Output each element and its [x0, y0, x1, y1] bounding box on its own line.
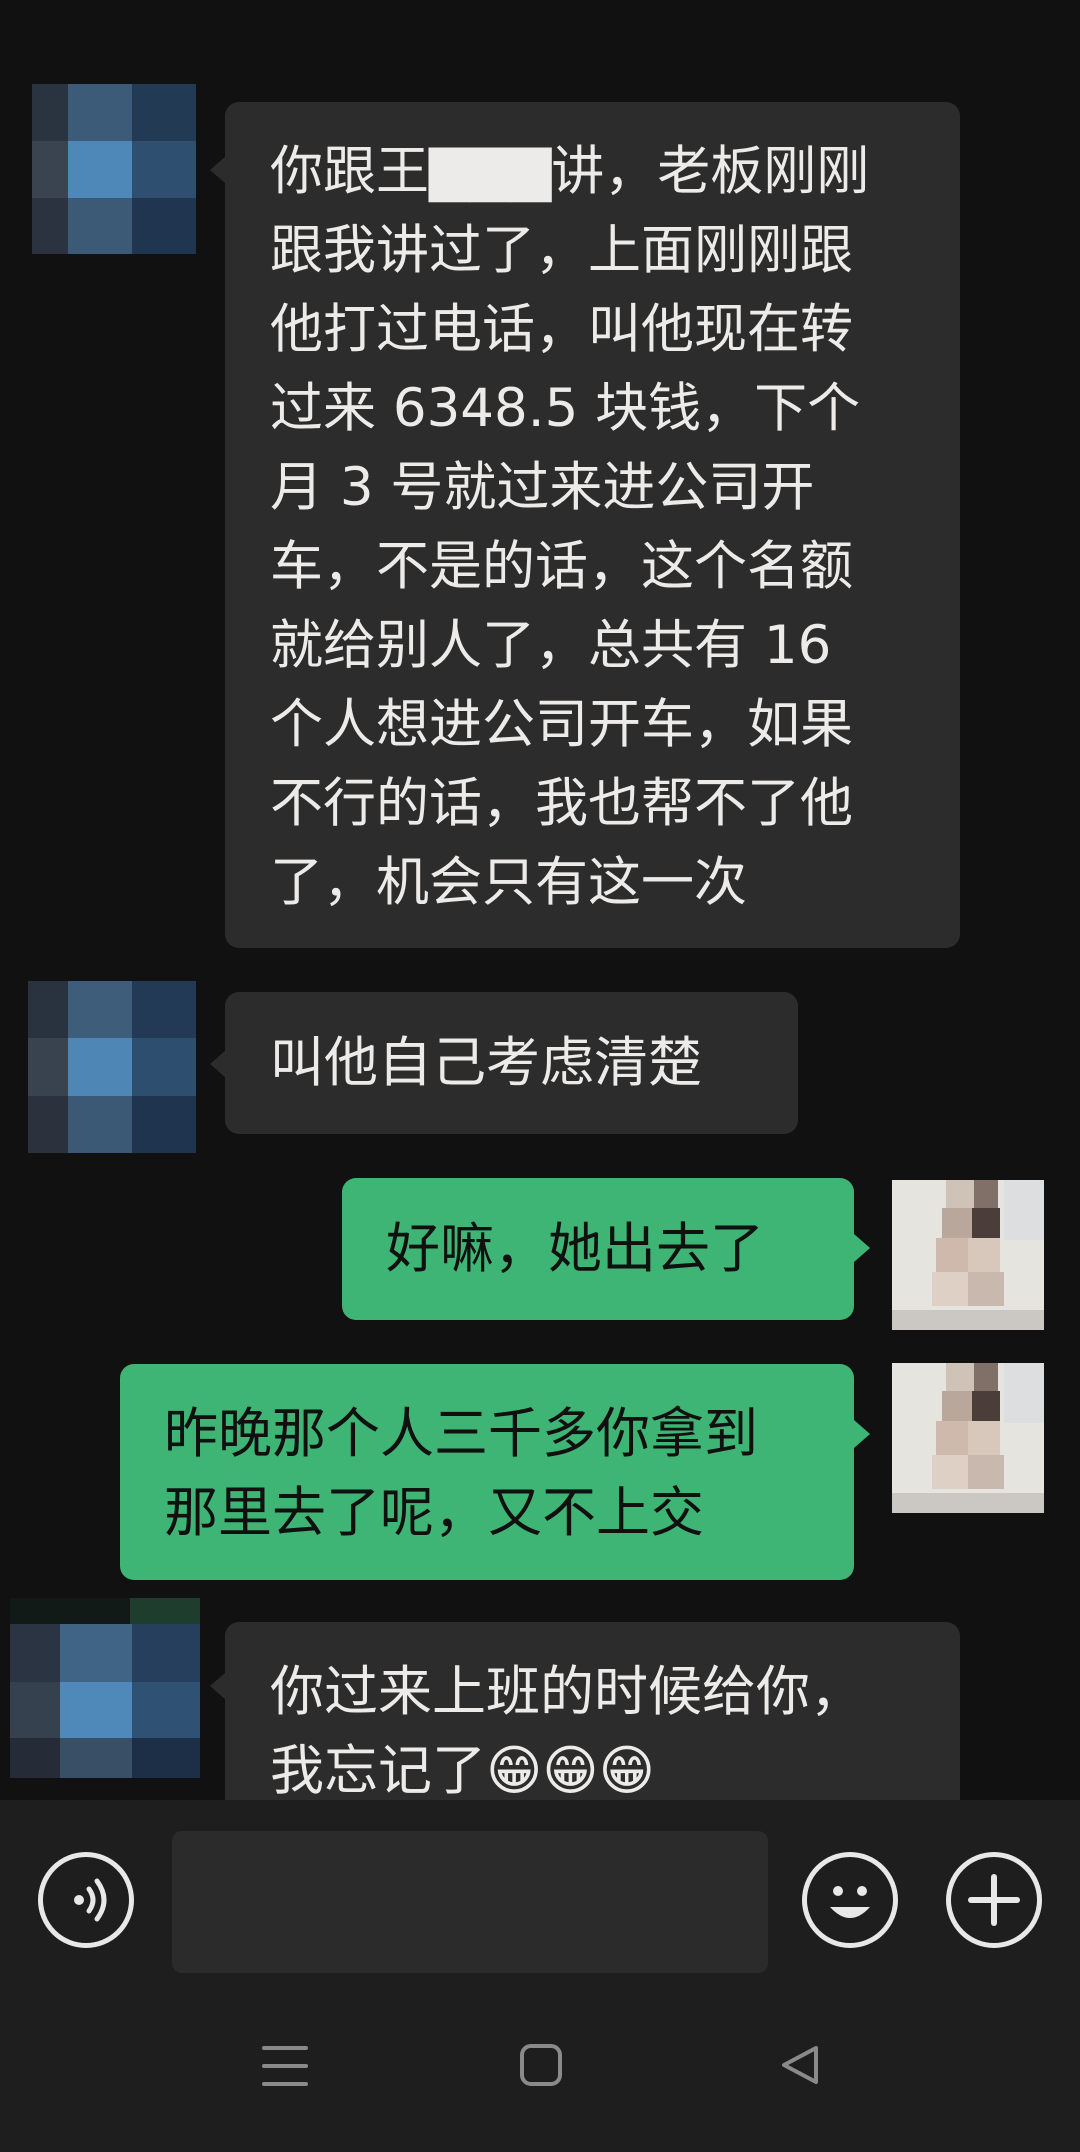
chat-input-bar — [0, 1800, 1080, 1990]
smiley-face-icon — [830, 1886, 870, 1918]
bubble-tail — [210, 1672, 226, 1700]
my-avatar[interactable] — [892, 1180, 1044, 1330]
chat-area[interactable]: 你跟王▇▇▇讲，老板刚刚 跟我讲过了，上面刚刚跟 他打过电话，叫他现在转 过来 … — [0, 0, 1080, 1800]
home-square-icon[interactable] — [518, 2042, 564, 2088]
back-triangle-icon[interactable] — [776, 2042, 822, 2088]
system-nav-bar — [0, 1990, 1080, 2152]
voice-button[interactable] — [38, 1852, 134, 1948]
bubble-tail — [854, 1234, 870, 1262]
bubble-tail — [854, 1420, 870, 1448]
contact-avatar[interactable] — [28, 981, 196, 1153]
message-input[interactable] — [172, 1831, 768, 1973]
voice-wave-icon — [74, 1878, 107, 1922]
contact-avatar[interactable] — [10, 1598, 200, 1778]
emoji-button[interactable] — [802, 1852, 898, 1948]
plus-icon — [968, 1874, 1020, 1926]
message-bubble-incoming[interactable]: 你跟王▇▇▇讲，老板刚刚 跟我讲过了，上面刚刚跟 他打过电话，叫他现在转 过来 … — [225, 102, 960, 948]
plus-button[interactable] — [946, 1852, 1042, 1948]
message-bubble-outgoing[interactable]: 好嘛，她出去了 — [342, 1178, 854, 1320]
message-bubble-incoming[interactable]: 你过来上班的时候给你， 我忘记了😁😁😁 — [225, 1622, 960, 1800]
bubble-tail — [210, 1050, 226, 1078]
message-bubble-incoming[interactable]: 叫他自己考虑清楚 — [225, 992, 798, 1134]
message-bubble-outgoing[interactable]: 昨晚那个人三千多你拿到 那里去了呢，又不上交 — [120, 1364, 854, 1580]
my-avatar[interactable] — [892, 1363, 1044, 1513]
contact-avatar[interactable] — [32, 84, 196, 254]
menu-icon[interactable] — [260, 2044, 310, 2088]
bubble-tail — [210, 156, 226, 184]
